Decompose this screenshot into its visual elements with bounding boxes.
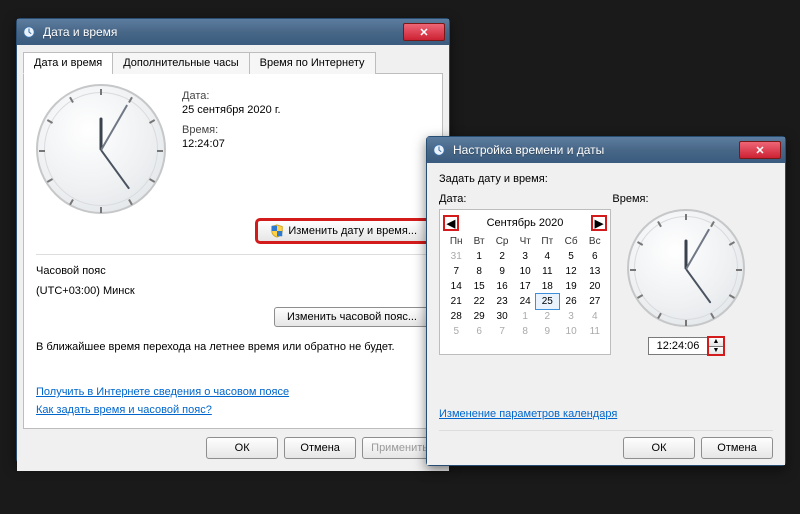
window-title: Дата и время (43, 25, 397, 39)
spinner-down[interactable]: ▼ (708, 346, 724, 356)
calendar-day[interactable]: 12 (559, 264, 584, 279)
calendar-grid: ПнВтСрЧтПтСбВс 3112345678910111213141516… (444, 234, 606, 339)
weekday-header: Пт (536, 234, 559, 249)
calendar-day[interactable]: 23 (490, 294, 515, 309)
prompt-label: Задать дату и время: (439, 173, 773, 185)
calendar-day[interactable]: 6 (468, 324, 489, 339)
time-spinner[interactable]: ▲ ▼ (708, 337, 724, 355)
calendar-day[interactable]: 7 (444, 264, 468, 279)
ok-button[interactable]: ОК (206, 437, 278, 459)
time-value: 12:24:07 (182, 138, 281, 150)
calendar-day[interactable]: 21 (444, 294, 468, 309)
calendar-day[interactable]: 6 (584, 249, 606, 264)
ok-button[interactable]: ОК (623, 437, 695, 459)
time-label: Время: (182, 124, 281, 136)
titlebar[interactable]: Дата и время ✕ (17, 19, 449, 45)
calendar-day[interactable]: 2 (490, 249, 515, 264)
calendar-day[interactable]: 22 (468, 294, 489, 309)
dialog-footer: ОК Отмена Применить (23, 429, 443, 465)
calendar-day[interactable]: 10 (514, 264, 536, 279)
tab-internet-time[interactable]: Время по Интернету (249, 52, 376, 74)
how-to-set-link[interactable]: Как задать время и часовой пояс? (36, 404, 212, 416)
calendar-day[interactable]: 30 (490, 309, 515, 324)
calendar-day[interactable]: 5 (559, 249, 584, 264)
calendar: ◀ Сентябрь 2020 ▶ ПнВтСрЧтПтСбВс 3112345… (439, 209, 611, 355)
change-date-time-button[interactable]: Изменить дату и время... (257, 220, 430, 242)
change-date-time-label: Изменить дату и время... (288, 225, 417, 237)
calendar-settings-link[interactable]: Изменение параметров календаря (439, 402, 773, 426)
calendar-day[interactable]: 19 (559, 279, 584, 294)
close-button[interactable]: ✕ (403, 23, 445, 41)
titlebar[interactable]: Настройка времени и даты ✕ (427, 137, 785, 163)
tab-strip: Дата и время Дополнительные часы Время п… (23, 51, 443, 74)
timezone-value: (UTC+03:00) Минск (36, 285, 430, 297)
calendar-day[interactable]: 10 (559, 324, 584, 339)
date-label: Дата: (182, 90, 281, 102)
calendar-day[interactable]: 16 (490, 279, 515, 294)
calendar-day[interactable]: 7 (490, 324, 515, 339)
calendar-day[interactable]: 4 (584, 309, 606, 324)
date-time-window: Дата и время ✕ Дата и время Дополнительн… (16, 18, 450, 463)
tab-panel: Дата: 25 сентября 2020 г. Время: 12:24:0… (23, 74, 443, 429)
calendar-day[interactable]: 1 (468, 249, 489, 264)
calendar-day[interactable]: 11 (584, 324, 606, 339)
calendar-day[interactable]: 20 (584, 279, 606, 294)
date-time-info: Дата: 25 сентября 2020 г. Время: 12:24:0… (182, 84, 281, 214)
calendar-day[interactable]: 15 (468, 279, 489, 294)
calendar-day[interactable]: 18 (536, 279, 559, 294)
weekday-header: Пн (444, 234, 468, 249)
calendar-day[interactable]: 17 (514, 279, 536, 294)
calendar-day[interactable]: 1 (514, 309, 536, 324)
time-input[interactable] (648, 337, 708, 355)
calendar-day[interactable]: 26 (559, 294, 584, 309)
cancel-button[interactable]: Отмена (284, 437, 356, 459)
tab-additional-clocks[interactable]: Дополнительные часы (112, 52, 249, 74)
calendar-day[interactable]: 8 (514, 324, 536, 339)
change-timezone-button[interactable]: Изменить часовой пояс... (274, 307, 430, 327)
calendar-day[interactable]: 8 (468, 264, 489, 279)
calendar-day[interactable]: 4 (536, 249, 559, 264)
calendar-day[interactable]: 11 (536, 264, 559, 279)
next-month-button[interactable]: ▶ (592, 216, 606, 230)
analog-clock (36, 84, 166, 214)
window-title: Настройка времени и даты (453, 143, 733, 157)
app-icon (431, 142, 447, 158)
timezone-heading: Часовой пояс (36, 265, 430, 277)
weekday-header: Вт (468, 234, 489, 249)
calendar-day[interactable]: 13 (584, 264, 606, 279)
close-button[interactable]: ✕ (739, 141, 781, 159)
time-label: Время: (612, 193, 648, 205)
weekday-header: Ср (490, 234, 515, 249)
weekday-header: Чт (514, 234, 536, 249)
calendar-day[interactable]: 3 (514, 249, 536, 264)
calendar-day[interactable]: 5 (444, 324, 468, 339)
timezone-info-link[interactable]: Получить в Интернете сведения о часовом … (36, 386, 289, 398)
cancel-button[interactable]: Отмена (701, 437, 773, 459)
analog-clock (627, 209, 745, 327)
calendar-day[interactable]: 28 (444, 309, 468, 324)
weekday-header: Сб (559, 234, 584, 249)
prev-month-button[interactable]: ◀ (444, 216, 458, 230)
calendar-day[interactable]: 27 (584, 294, 606, 309)
tab-date-time[interactable]: Дата и время (23, 52, 113, 74)
dst-message: В ближайшее время перехода на летнее вре… (36, 341, 430, 353)
date-time-settings-window: Настройка времени и даты ✕ Задать дату и… (426, 136, 786, 466)
calendar-day[interactable]: 2 (536, 309, 559, 324)
spinner-up[interactable]: ▲ (708, 337, 724, 346)
date-value: 25 сентября 2020 г. (182, 104, 281, 116)
calendar-day[interactable]: 14 (444, 279, 468, 294)
calendar-day[interactable]: 29 (468, 309, 489, 324)
calendar-day[interactable]: 25 (536, 294, 559, 309)
calendar-day[interactable]: 31 (444, 249, 468, 264)
calendar-day[interactable]: 9 (536, 324, 559, 339)
calendar-day[interactable]: 9 (490, 264, 515, 279)
shield-icon (270, 224, 284, 238)
calendar-day[interactable]: 3 (559, 309, 584, 324)
date-label: Дата: (439, 193, 466, 205)
app-icon (21, 24, 37, 40)
month-display[interactable]: Сентябрь 2020 (487, 217, 564, 229)
weekday-header: Вс (584, 234, 606, 249)
calendar-day[interactable]: 24 (514, 294, 536, 309)
